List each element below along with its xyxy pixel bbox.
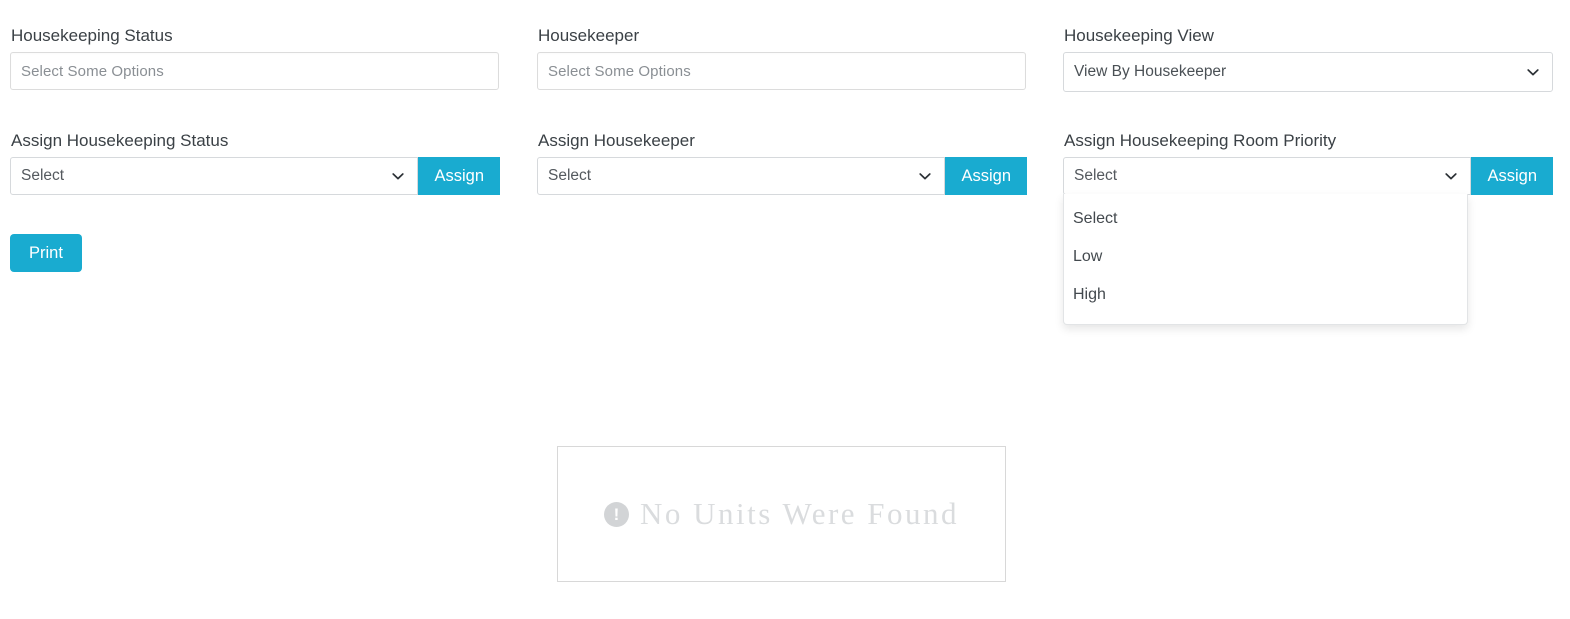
chevron-down-icon: [391, 169, 405, 183]
label-housekeeping-status: Housekeeping Status: [11, 26, 173, 45]
assign-room-priority-button[interactable]: Assign: [1471, 157, 1553, 195]
option-high[interactable]: High: [1064, 276, 1467, 314]
label-housekeeper: Housekeeper: [538, 26, 640, 45]
field-housekeeping-status: Housekeeping Status Select Some Options: [10, 26, 499, 90]
assign-room-priority-options-panel: Select Low High: [1063, 194, 1468, 325]
housekeeping-status-multiselect[interactable]: Select Some Options: [10, 52, 499, 90]
chevron-down-icon: [918, 169, 932, 183]
assign-housekeeper-select[interactable]: Select: [537, 157, 946, 195]
exclamation-circle-icon: !: [603, 501, 629, 527]
label-assign-room-priority: Assign Housekeeping Room Priority: [1064, 131, 1337, 150]
field-assign-room-priority: Assign Housekeeping Room Priority Select…: [1063, 131, 1553, 325]
label-assign-housekeeper: Assign Housekeeper: [538, 131, 695, 150]
label-assign-housekeeping-status: Assign Housekeeping Status: [11, 131, 229, 150]
field-assign-housekeeper: Assign Housekeeper Select Assign: [537, 131, 1027, 195]
assign-housekeeping-status-row: Select Assign: [10, 157, 500, 195]
field-housekeeper: Housekeeper Select Some Options: [537, 26, 1026, 90]
print-button[interactable]: Print: [10, 234, 82, 272]
field-housekeeping-view: Housekeeping View View By Housekeeper: [1063, 26, 1553, 92]
empty-state-message: No Units Were Found: [639, 496, 960, 531]
housekeeping-view-value: View By Housekeeper: [1074, 63, 1227, 80]
assign-room-priority-value: Select: [1074, 167, 1118, 184]
no-units-empty-state: ! No Units Were Found: [557, 446, 1006, 582]
assign-housekeeping-status-value: Select: [21, 167, 65, 184]
option-low[interactable]: Low: [1064, 238, 1467, 276]
field-assign-housekeeping-status: Assign Housekeeping Status Select Assign: [10, 131, 500, 195]
housekeeping-view-select[interactable]: View By Housekeeper: [1063, 52, 1553, 92]
housekeeping-page: Housekeeping Status Select Some Options …: [0, 0, 1570, 619]
assign-housekeeping-status-select[interactable]: Select: [10, 157, 419, 195]
empty-state-content: ! No Units Were Found: [603, 496, 960, 532]
housekeeper-placeholder: Select Some Options: [548, 62, 691, 80]
chevron-down-icon: [1526, 65, 1540, 79]
label-housekeeping-view: Housekeeping View: [1064, 26, 1214, 45]
assign-housekeeper-button[interactable]: Assign: [945, 157, 1027, 195]
assign-room-priority-select[interactable]: Select: [1063, 157, 1472, 195]
assign-housekeeping-status-button[interactable]: Assign: [418, 157, 500, 195]
option-select[interactable]: Select: [1064, 200, 1467, 238]
chevron-down-icon: [1444, 169, 1458, 183]
assign-room-priority-row: Select Assign Select Low High: [1063, 157, 1553, 325]
assign-housekeeper-row: Select Assign: [537, 157, 1027, 195]
assign-housekeeper-value: Select: [548, 167, 592, 184]
housekeeper-multiselect[interactable]: Select Some Options: [537, 52, 1026, 90]
housekeeping-status-placeholder: Select Some Options: [21, 62, 164, 80]
